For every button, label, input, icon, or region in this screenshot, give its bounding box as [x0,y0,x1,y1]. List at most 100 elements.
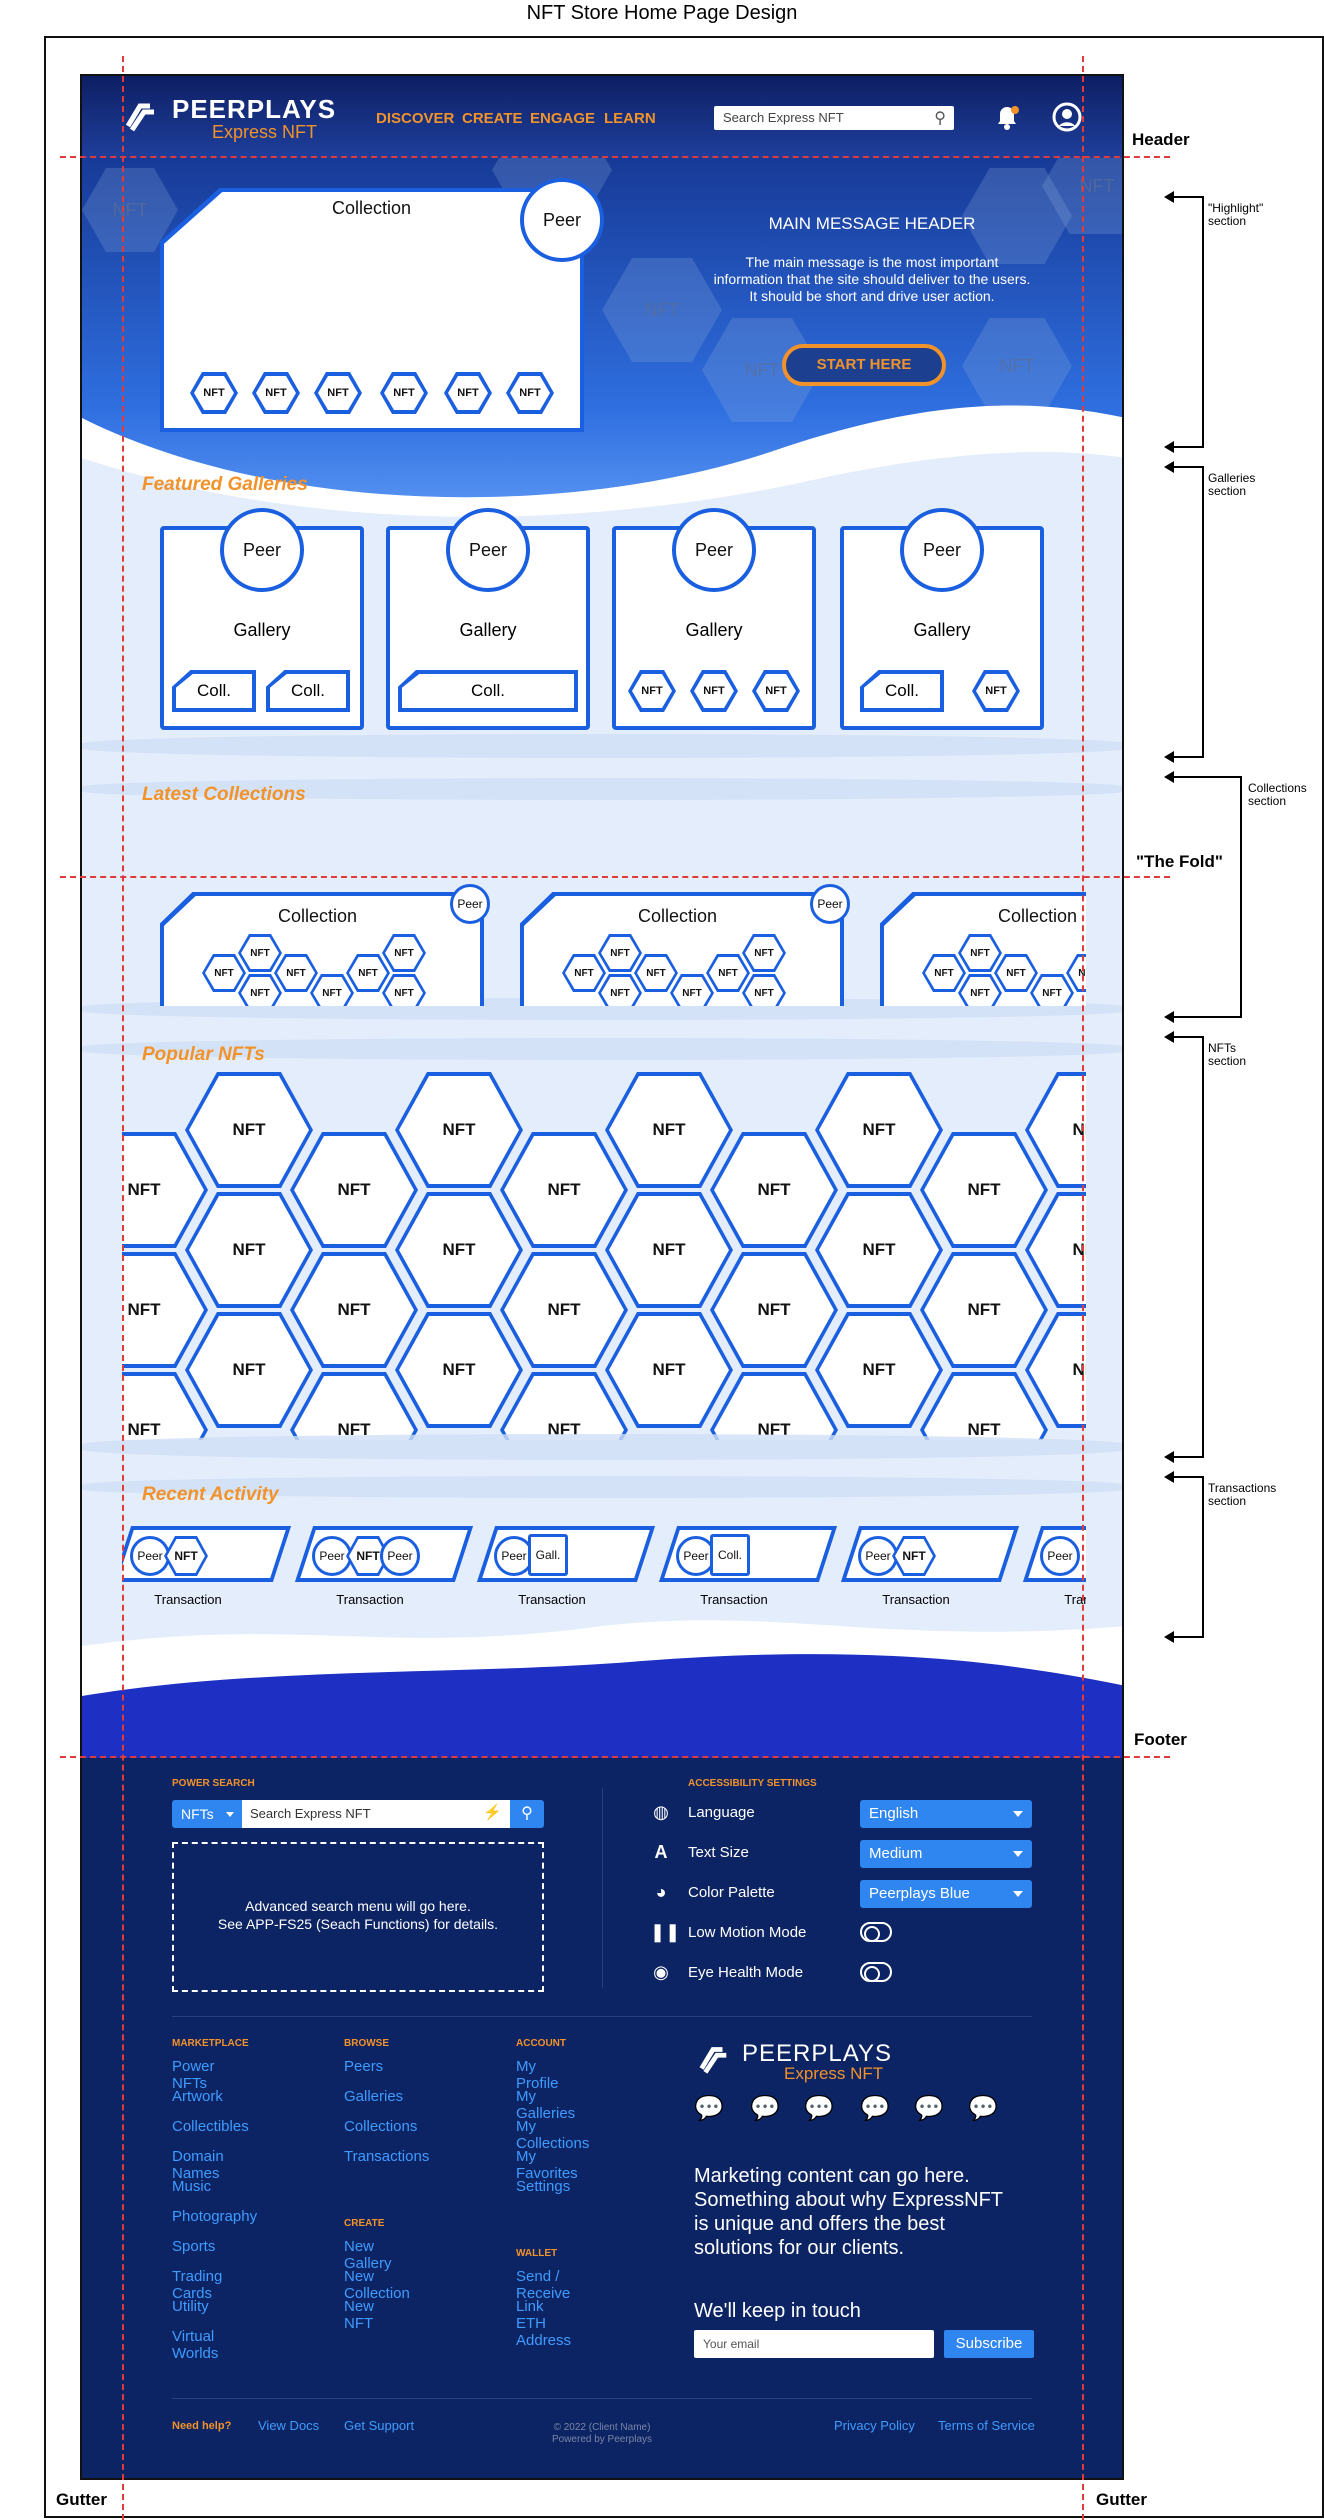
lightning-icon[interactable]: ⚡ [483,1803,502,1821]
coll-chip[interactable]: Coll. [860,670,944,712]
user-avatar-icon[interactable] [1052,102,1082,132]
text-size-dropdown[interactable]: Medium [860,1840,1032,1868]
low-motion-toggle[interactable] [860,1922,892,1942]
logo-text[interactable]: PEERPLAYS [172,94,336,125]
bell-icon[interactable] [992,102,1022,132]
footer-link-marketplace[interactable]: Sports [172,2238,215,2255]
footer-link-marketplace[interactable]: Collectibles [172,2118,249,2135]
nft-hex[interactable]: NFT [500,1132,628,1248]
nft-hex[interactable]: NFT [500,1252,628,1368]
nft-hex[interactable]: NFT [628,670,676,712]
footer-link-wallet[interactable]: Link ETH Address [516,2298,571,2349]
footer-link-create[interactable]: New Collection [344,2268,410,2302]
nft-hex[interactable]: NFT [920,1252,1048,1368]
language-dropdown[interactable]: English [860,1800,1032,1828]
item-chip[interactable]: Coll. [710,1534,750,1576]
gallery-peer-avatar[interactable]: Peer [220,508,304,592]
nft-hex[interactable]: NFT [710,1372,838,1440]
nft-hex[interactable]: NFT [972,670,1020,712]
get-support-link[interactable]: Get Support [344,2418,414,2433]
footer-link-marketplace[interactable]: Utility [172,2298,209,2315]
hero-peer-avatar[interactable]: Peer [520,178,604,262]
nft-hex[interactable]: NFT [815,1312,943,1428]
palette-dropdown[interactable]: Peerplays Blue [860,1880,1032,1908]
peerplays-logo-icon[interactable] [120,96,160,136]
footer-link-account[interactable]: My Profile [516,2058,559,2092]
social-icon-4[interactable]: 💬 [860,2094,890,2123]
social-icon-5[interactable]: 💬 [914,2094,944,2123]
nft-hex[interactable]: NFT [395,1312,523,1428]
peer-avatar[interactable]: Peer [1040,1536,1080,1576]
search-icon[interactable]: ⚲ [934,108,946,128]
nft-hex[interactable]: NFT [605,1192,733,1308]
collection-peer-avatar[interactable]: Peer [810,884,850,924]
nft-hex[interactable]: NFT [395,1072,523,1188]
terms-of-service-link[interactable]: Terms of Service [938,2418,1035,2433]
nft-hex[interactable]: NFT [605,1312,733,1428]
peerplays-logo-icon[interactable] [694,2040,732,2078]
footer-search-input[interactable]: Search Express NFT ⚡ [242,1800,510,1828]
nft-hex[interactable]: NFT [290,1372,418,1440]
footer-link-marketplace[interactable]: Artwork [172,2088,223,2105]
nft-hex[interactable]: NFT [185,1072,313,1188]
nft-hex[interactable]: NFT [185,1312,313,1428]
item-chip[interactable]: Gall. [528,1534,568,1576]
privacy-policy-link[interactable]: Privacy Policy [834,2418,915,2433]
footer-link-marketplace[interactable]: Trading Cards [172,2268,222,2302]
footer-link-marketplace[interactable]: Power NFTs [172,2058,215,2092]
nft-hex[interactable]: NFT [290,1132,418,1248]
footer-link-browse[interactable]: Peers [344,2058,383,2075]
view-docs-link[interactable]: View Docs [258,2418,319,2433]
coll-chip[interactable]: Coll. [266,670,350,712]
nft-hex[interactable]: NFT [290,1252,418,1368]
nft-hex[interactable]: NFT [815,1072,943,1188]
header-search-input[interactable]: Search Express NFT ⚲ [714,106,954,130]
nft-hex[interactable]: NFT [122,1132,208,1248]
footer-link-account[interactable]: Settings [516,2178,570,2195]
footer-link-marketplace[interactable]: Domain Names [172,2148,224,2182]
gallery-peer-avatar[interactable]: Peer [672,508,756,592]
gallery-peer-avatar[interactable]: Peer [446,508,530,592]
footer-link-wallet[interactable]: Send / Receive [516,2268,570,2302]
social-icon-2[interactable]: 💬 [750,2094,780,2123]
eye-health-toggle[interactable] [860,1962,892,1982]
footer-link-create[interactable]: New NFT [344,2298,374,2332]
footer-link-marketplace[interactable]: Music [172,2178,211,2195]
gallery-peer-avatar[interactable]: Peer [900,508,984,592]
nft-hex[interactable]: NFT [815,1192,943,1308]
nft-hex[interactable]: NFT [752,670,800,712]
footer-link-browse[interactable]: Galleries [344,2088,403,2105]
subscribe-button[interactable]: Subscribe [944,2330,1034,2358]
peer-avatar[interactable]: Peer [380,1536,420,1576]
footer-link-account[interactable]: My Favorites [516,2148,578,2182]
footer-link-marketplace[interactable]: Virtual Worlds [172,2328,218,2362]
nft-hex[interactable]: NFT [185,1192,313,1308]
coll-chip[interactable]: Coll. [398,670,578,712]
social-icon-3[interactable]: 💬 [804,2094,834,2123]
search-icon[interactable]: ⚲ [510,1800,544,1828]
collection-peer-avatar[interactable]: Peer [450,884,490,924]
coll-chip[interactable]: Coll. [172,670,256,712]
footer-link-account[interactable]: My Collections [516,2118,589,2152]
email-input[interactable]: Your email [694,2330,934,2358]
start-here-button[interactable]: START HERE [782,344,946,386]
nft-hex[interactable]: NFT [920,1132,1048,1248]
search-type-dropdown[interactable]: NFTs [172,1800,242,1828]
nft-hex[interactable]: NFT [710,1132,838,1248]
nav-engage[interactable]: ENGAGE [530,110,595,127]
footer-link-account[interactable]: My Galleries [516,2088,575,2122]
footer-link-marketplace[interactable]: Photography [172,2208,257,2225]
nft-hex[interactable]: NFT [605,1072,733,1188]
nft-hex[interactable]: NFT [122,1252,208,1368]
social-icon-1[interactable]: 💬 [694,2094,724,2123]
footer-link-browse[interactable]: Collections [344,2118,417,2135]
nav-learn[interactable]: LEARN [604,110,656,127]
nav-discover[interactable]: DISCOVER [376,110,454,127]
nft-hex[interactable]: NFT [395,1192,523,1308]
nav-create[interactable]: CREATE [462,110,523,127]
footer-link-browse[interactable]: Transactions [344,2148,429,2165]
nft-hex[interactable]: NFT [920,1372,1048,1440]
footer-link-create[interactable]: New Gallery [344,2238,392,2272]
nft-hex[interactable]: NFT [500,1372,628,1440]
social-icon-6[interactable]: 💬 [968,2094,998,2123]
